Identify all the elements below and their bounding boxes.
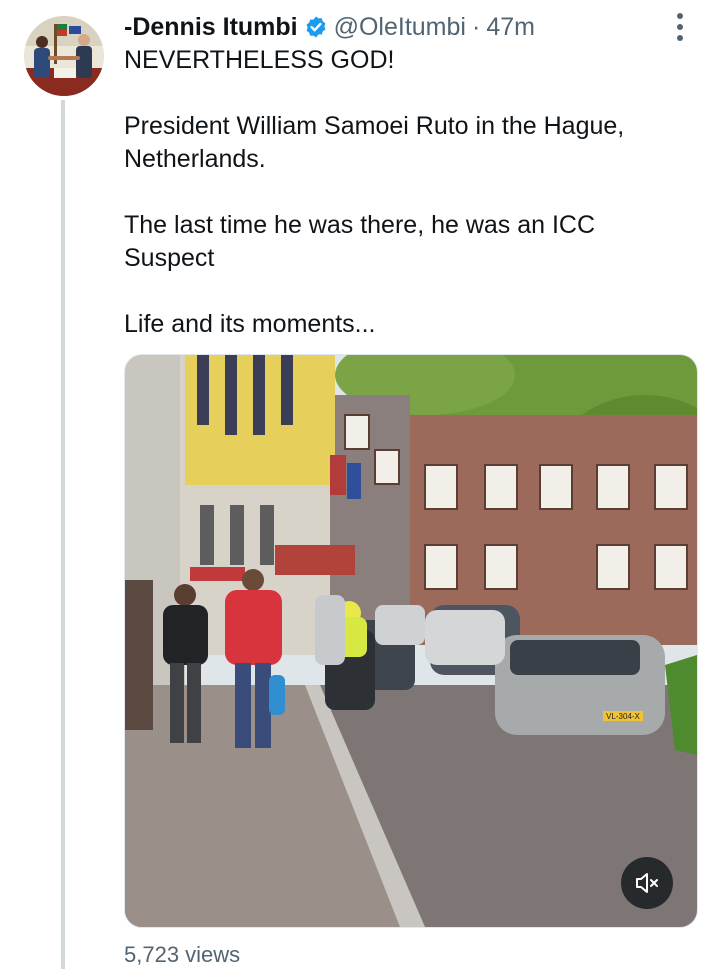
author-handle[interactable]: @OleItumbi <box>334 13 466 42</box>
tweet-text: NEVERTHELESS GOD! President William Samo… <box>124 44 694 341</box>
tweet-line: NEVERTHELESS GOD! <box>124 46 395 74</box>
tweet-video[interactable]: VL-304-X <box>124 354 698 928</box>
avatar[interactable] <box>24 16 104 96</box>
author-name[interactable]: -Dennis Itumbi <box>124 13 298 42</box>
tweet-line: President William Samoei Ruto in the Hag… <box>124 112 625 140</box>
more-options-button[interactable] <box>666 10 694 44</box>
video-frame: VL-304-X <box>125 355 697 927</box>
mute-toggle-button[interactable] <box>621 857 673 909</box>
tweet-line: Suspect <box>124 244 215 272</box>
verified-badge-icon <box>304 15 328 39</box>
tweet-timestamp[interactable]: 47m <box>486 13 535 42</box>
more-dot-icon <box>677 24 683 30</box>
more-dot-icon <box>677 13 683 19</box>
tweet-line: Netherlands. <box>124 145 266 173</box>
separator-dot: · <box>471 12 481 41</box>
thread-line <box>61 100 65 969</box>
tweet-line: The last time he was there, he was an IC… <box>124 211 596 239</box>
tweet-header: -Dennis Itumbi @OleItumbi · 47m <box>124 10 535 44</box>
speaker-muted-icon <box>636 873 658 893</box>
avatar-image <box>24 16 104 96</box>
tweet-line: Life and its moments... <box>124 310 376 338</box>
more-dot-icon <box>677 35 683 41</box>
license-plate: VL-304-X <box>606 712 640 721</box>
view-count[interactable]: 5,723 views <box>124 942 240 968</box>
